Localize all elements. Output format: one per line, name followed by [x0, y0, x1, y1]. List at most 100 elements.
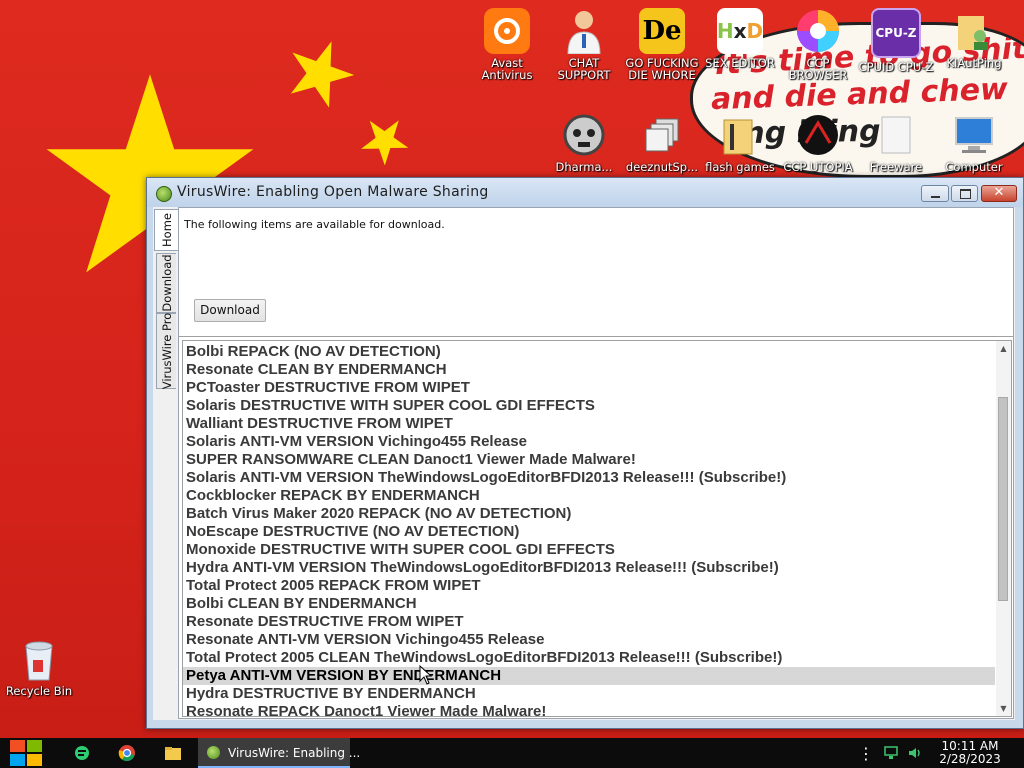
tab-home[interactable]: Home: [154, 209, 178, 251]
desktop-icon-label: flash games: [705, 160, 775, 174]
desktop-icon-flash-games[interactable]: flash games: [702, 112, 778, 173]
desktop-icon-de[interactable]: De GO FUCKING DIE WHORE: [624, 8, 700, 81]
scroll-thumb[interactable]: [998, 397, 1008, 601]
download-button[interactable]: Download: [194, 299, 266, 322]
tab-viruswire-pro[interactable]: VirusWire Pro: [156, 313, 176, 389]
desktop-icon-label: KIAutPing: [946, 56, 1002, 70]
desktop-icon-kiautping[interactable]: KIAutPing: [936, 8, 1012, 69]
list-item[interactable]: Resonate ANTI-VM VERSION Vichingo455 Rel…: [183, 631, 995, 649]
desktop-icon-label: CHAT SUPPORT: [557, 56, 611, 82]
doctor-icon: [561, 8, 607, 54]
minimize-button[interactable]: [921, 185, 949, 202]
window-titlebar[interactable]: VirusWire: Enabling Open Malware Sharing…: [147, 178, 1023, 207]
folder-icon: [165, 746, 181, 760]
desktop-icon-dharma[interactable]: Dharma...: [546, 112, 622, 173]
desktop-icon-label: GO FUCKING DIE WHORE: [625, 56, 699, 82]
desktop-icon-label: Computer: [945, 160, 1003, 174]
desktop-icon-computer[interactable]: Computer: [936, 112, 1012, 173]
small-star-icon: [361, 120, 409, 165]
taskbar-explorer[interactable]: [156, 738, 190, 768]
computer-icon: [951, 112, 997, 158]
home-panel: The following items are available for do…: [178, 207, 1014, 719]
taskbar-app-green[interactable]: [66, 738, 98, 768]
desktop-icon-label: Dharma...: [555, 160, 613, 174]
volume-icon[interactable]: [904, 738, 926, 768]
list-item[interactable]: Resonate CLEAN BY ENDERMANCH: [183, 361, 995, 379]
scroll-down-icon[interactable]: ▼: [996, 701, 1011, 716]
desktop-icon-label: CCP BROWSER: [788, 56, 848, 82]
list-item[interactable]: NoEscape DESTRUCTIVE (NO AV DETECTION): [183, 523, 995, 541]
folder-user-icon: [951, 8, 997, 54]
overflow-icon[interactable]: ⋮: [858, 738, 874, 768]
list-item[interactable]: Bolbi REPACK (NO AV DETECTION): [183, 343, 995, 361]
list-item[interactable]: Total Protect 2005 REPACK FROM WIPET: [183, 577, 995, 595]
list-item[interactable]: PCToaster DESTRUCTIVE FROM WIPET: [183, 379, 995, 397]
desktop-icon-label: SEX EDITOR: [705, 56, 775, 70]
list-item[interactable]: Hydra DESTRUCTIVE BY ENDERMANCH: [183, 685, 995, 703]
desktop-icon-recycle-bin[interactable]: Recycle Bin: [1, 636, 77, 697]
green-app-icon: [75, 746, 89, 760]
desktop-icon-chat-support[interactable]: CHAT SUPPORT: [546, 8, 622, 81]
desktop-icon-label: deeznutSp...: [625, 160, 699, 174]
mouse-cursor-icon: [419, 665, 433, 685]
hxd-icon: HxD: [717, 8, 763, 54]
desktop-icon-ccp-utopia[interactable]: CCP UTOPIA: [780, 112, 856, 173]
desktop-icon-cpuz[interactable]: CPU-Z CPUID CPU-Z: [858, 8, 934, 73]
desktop-icon-freeware[interactable]: Freeware: [858, 112, 934, 173]
windows-logo-icon: [10, 740, 42, 766]
file-icon: [873, 112, 919, 158]
scroll-up-icon[interactable]: ▲: [996, 341, 1011, 356]
desktop-icon-ccp-browser[interactable]: CCP BROWSER: [780, 8, 856, 81]
panel-separator: [179, 336, 1013, 337]
taskbar-clock[interactable]: 10:11 AM 2/28/2023: [930, 740, 1010, 766]
desktop-icon-hxd[interactable]: HxD SEX EDITOR: [702, 8, 778, 69]
desktop-icon-label: Freeware: [869, 160, 923, 174]
taskbar-viruswire[interactable]: VirusWire: Enabling ...: [198, 738, 360, 768]
taskbar-app-label: VirusWire: Enabling ...: [228, 746, 361, 760]
small-star-icon: [290, 41, 355, 108]
window-client: Home Download VirusWire Pro The followin…: [153, 207, 1015, 720]
clock-date: 2/28/2023: [939, 752, 1001, 766]
recycle-bin-icon: [16, 636, 62, 682]
desktop-icon-label: Avast Antivirus: [481, 56, 533, 82]
app-icon: [156, 186, 172, 202]
list-item[interactable]: Bolbi CLEAN BY ENDERMANCH: [183, 595, 995, 613]
list-item[interactable]: Batch Virus Maker 2020 REPACK (NO AV DET…: [183, 505, 995, 523]
list-item[interactable]: Solaris ANTI-VM VERSION Vichingo455 Rele…: [183, 433, 995, 451]
list-scrollbar[interactable]: ▲ ▼: [996, 341, 1011, 716]
desktop-icon-deeznut[interactable]: deeznutSp...: [624, 112, 700, 173]
desktop-icon-label: CPUID CPU-Z: [858, 60, 934, 74]
viruswire-window: VirusWire: Enabling Open Malware Sharing…: [146, 177, 1024, 729]
list-item[interactable]: Solaris DESTRUCTIVE WITH SUPER COOL GDI …: [183, 397, 995, 415]
viruswire-icon: [207, 746, 220, 759]
browser-icon: [795, 8, 841, 54]
list-item[interactable]: Solaris ANTI-VM VERSION TheWindowsLogoEd…: [183, 469, 995, 487]
taskbar-chrome[interactable]: [110, 738, 144, 768]
desktop-icon-label: Recycle Bin: [5, 684, 73, 698]
taskbar: VirusWire: Enabling ... ⋮ 10:11 AM 2/28/…: [0, 738, 1024, 768]
skull-icon: [561, 112, 607, 158]
list-item[interactable]: Total Protect 2005 CLEAN TheWindowsLogoE…: [183, 649, 995, 667]
list-item[interactable]: Resonate REPACK Danoct1 Viewer Made Malw…: [183, 703, 995, 716]
list-item[interactable]: SUPER RANSOMWARE CLEAN Danoct1 Viewer Ma…: [183, 451, 995, 469]
list-item-selected[interactable]: Petya ANTI-VM VERSION BY ENDERMANCH: [183, 667, 995, 685]
availability-message: The following items are available for do…: [184, 218, 445, 231]
avast-icon: [484, 8, 530, 54]
tab-download[interactable]: Download: [156, 253, 176, 313]
folder-icon: [717, 112, 763, 158]
network-icon[interactable]: [880, 738, 902, 768]
desktop-icon-avast[interactable]: Avast Antivirus: [469, 8, 545, 81]
close-button[interactable]: ✕: [981, 185, 1017, 202]
malware-list[interactable]: Bolbi REPACK (NO AV DETECTION) Resonate C…: [182, 340, 1012, 717]
maximize-button[interactable]: [951, 185, 978, 202]
utopia-icon: [795, 112, 841, 158]
start-button[interactable]: [0, 738, 52, 768]
list-item[interactable]: Walliant DESTRUCTIVE FROM WIPET: [183, 415, 995, 433]
list-item[interactable]: Hydra ANTI-VM VERSION TheWindowsLogoEdit…: [183, 559, 995, 577]
tab-label: Home: [159, 213, 174, 247]
list-item[interactable]: Resonate DESTRUCTIVE FROM WIPET: [183, 613, 995, 631]
chrome-icon: [118, 745, 135, 762]
list-item[interactable]: Cockblocker REPACK BY ENDERMANCH: [183, 487, 995, 505]
list-item[interactable]: Monoxide DESTRUCTIVE WITH SUPER COOL GDI…: [183, 541, 995, 559]
cpuz-icon: CPU-Z: [871, 8, 921, 58]
